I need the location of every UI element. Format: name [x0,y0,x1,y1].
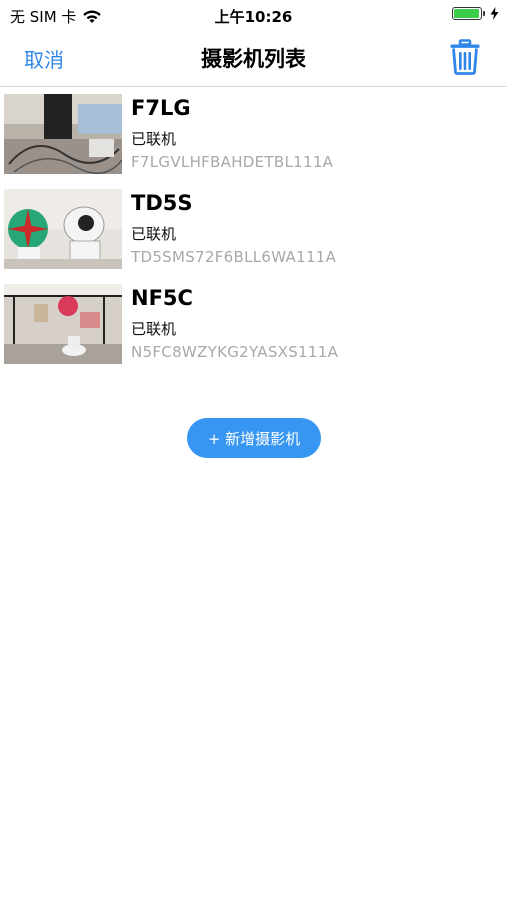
battery-level [454,9,479,18]
add-camera-label: + 新增摄影机 [207,429,301,448]
navigation-bar: 取消 摄影机列表 [0,30,507,87]
camera-name: F7LG [131,96,191,120]
camera-serial: N5FC8WZYKG2YASXS111A [131,343,339,361]
status-time: 上午10:26 [214,8,293,26]
camera-serial: TD5SMS72F6BLL6WA111A [131,248,337,266]
trash-button[interactable] [449,39,481,75]
trash-icon [450,39,480,75]
status-bar: 无 SIM 卡 上午10:26 [0,0,507,30]
camera-thumbnail [4,284,122,364]
camera-name: TD5S [131,191,193,215]
page-title: 摄影机列表 [201,47,306,71]
status-right [452,7,499,20]
camera-status: 已联机 [131,320,177,338]
charging-bolt-icon [490,7,499,20]
camera-row[interactable]: F7LG 已联机 F7LGVLHFBAHDETBL111A [0,92,507,187]
camera-thumbnail [4,189,122,269]
battery-icon [452,7,485,20]
camera-status: 已联机 [131,225,177,243]
camera-row[interactable]: TD5S 已联机 TD5SMS72F6BLL6WA111A [0,187,507,282]
camera-serial: F7LGVLHFBAHDETBL111A [131,153,334,171]
camera-status: 已联机 [131,130,177,148]
camera-thumbnail [4,94,122,174]
camera-name: NF5C [131,286,193,310]
camera-list: F7LG 已联机 F7LGVLHFBAHDETBL111A TD5S 已联机 T… [0,92,507,377]
add-camera-button[interactable]: + 新增摄影机 [187,418,321,458]
camera-row[interactable]: NF5C 已联机 N5FC8WZYKG2YASXS111A [0,282,507,377]
